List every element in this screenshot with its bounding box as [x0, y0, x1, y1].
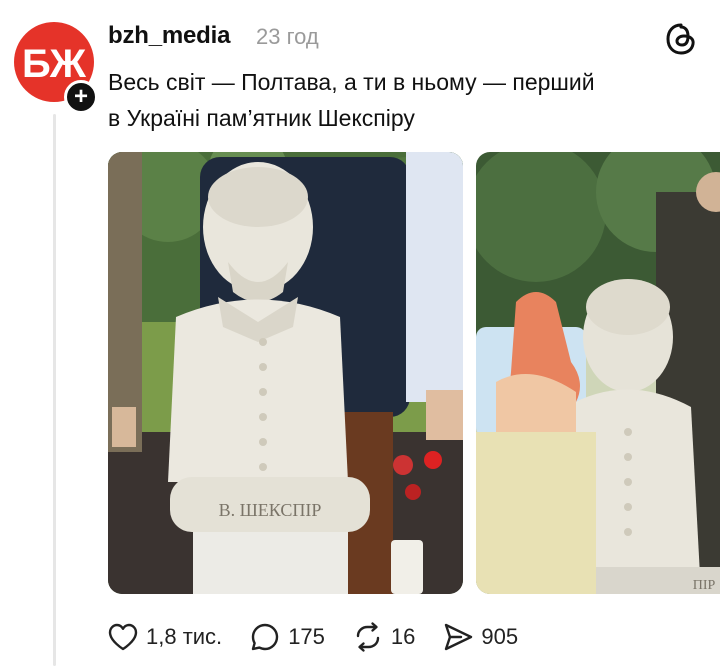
repost-arrows-icon [356, 622, 380, 652]
post-text: Весь світ — Полтава, а ти в ньому — перш… [108, 64, 708, 136]
plus-icon: + [73, 83, 88, 110]
plaque-text-partial: ПІР [693, 578, 716, 593]
plaque-text: В. ШЕКСПІР [219, 500, 322, 520]
paper-plane-icon [445, 623, 473, 651]
timestamp: 23 год [256, 24, 319, 49]
post-photo-1[interactable]: В. ШЕКСПІР [108, 152, 463, 594]
post-text-line-1: Весь світ — Полтава, а ти в ньому — перш… [108, 69, 595, 95]
thread-line [53, 114, 56, 666]
repost-count: 16 [390, 624, 416, 649]
post-text-line-2: в Україні пам’ятник Шекспіру [108, 105, 415, 131]
post-actions: 1,8 тис. 175 16 905 [106, 618, 544, 656]
like-button[interactable]: 1,8 тис. [106, 620, 222, 654]
post-photo-2[interactable]: ПІР [476, 152, 720, 594]
share-count: 905 [481, 624, 519, 649]
speech-bubble-icon [251, 623, 279, 651]
like-count: 1,8 тис. [146, 624, 223, 649]
username[interactable]: bzh_media [108, 22, 230, 50]
follow-button[interactable]: + [64, 80, 98, 114]
share-button[interactable]: 905 [441, 620, 518, 654]
reply-count: 175 [288, 624, 325, 649]
reply-button[interactable]: 175 [248, 620, 325, 654]
threads-logo-icon[interactable] [664, 22, 698, 56]
heart-icon [108, 623, 138, 651]
repost-button[interactable]: 16 [351, 620, 415, 654]
